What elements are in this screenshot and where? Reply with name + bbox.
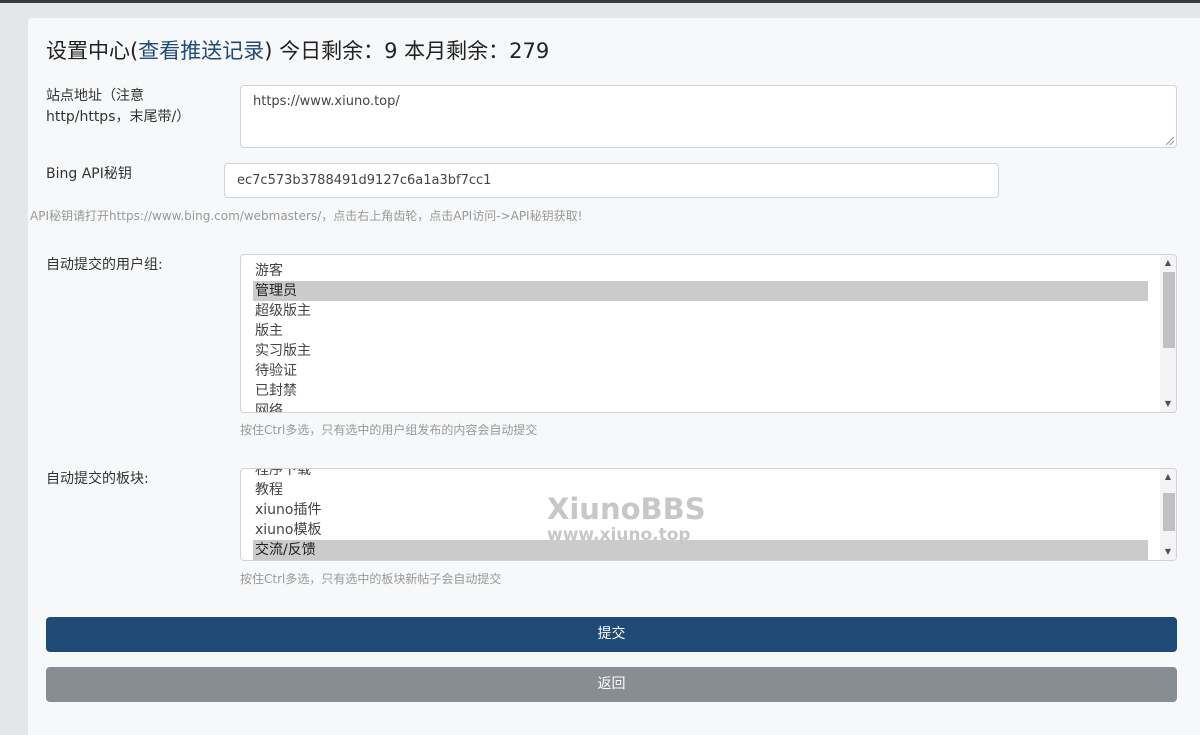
site-url-label: 站点地址（注意http/https，末尾带/） — [46, 88, 191, 125]
select-option[interactable]: 游客 — [253, 261, 1148, 281]
title-suffix: ) 今日剩余：9 本月剩余：279 — [264, 39, 550, 63]
select-option[interactable]: 版主 — [253, 321, 1148, 341]
back-button[interactable]: 返回 — [46, 667, 1177, 702]
forums-scrollbar[interactable]: ▲ ▼ — [1160, 469, 1176, 560]
select-option[interactable]: 程序下载 — [253, 469, 1148, 480]
select-option[interactable]: 已封禁 — [253, 381, 1148, 401]
forums-options: 程序下载 教程 xiuno插件 xiuno模板 交流/反馈 — [253, 469, 1148, 560]
user-groups-scrollbar[interactable]: ▲ ▼ — [1160, 255, 1176, 412]
bing-api-help: API秘钥请打开https://www.bing.com/webmasters/… — [30, 209, 583, 223]
push-history-link[interactable]: 查看推送记录 — [138, 39, 264, 63]
page-title: 设置中心(查看推送记录) 今日剩余：9 本月剩余：279 — [46, 35, 549, 65]
user-groups-help: 按住Ctrl多选，只有选中的用户组发布的内容会自动提交 — [240, 423, 538, 437]
select-option[interactable]: 超级版主 — [253, 301, 1148, 321]
resize-handle-icon[interactable] — [1166, 137, 1174, 145]
user-groups-select[interactable]: 游客 管理员 超级版主 版主 实习版主 待验证 已封禁 网络 ▲ ▼ — [240, 254, 1177, 413]
scroll-down-icon[interactable]: ▼ — [1160, 544, 1176, 560]
scroll-down-icon[interactable]: ▼ — [1160, 396, 1176, 412]
select-option[interactable]: 交流/反馈 — [253, 540, 1148, 560]
scroll-thumb[interactable] — [1163, 272, 1175, 348]
bing-api-label: Bing API秘钥 — [46, 166, 132, 182]
site-url-textarea[interactable]: https://www.xiuno.top/ — [240, 85, 1177, 148]
forums-select[interactable]: 程序下载 教程 xiuno插件 xiuno模板 交流/反馈 ▲ ▼ — [240, 468, 1177, 561]
select-option[interactable]: xiuno插件 — [253, 500, 1148, 520]
top-bar — [0, 0, 1200, 3]
select-option[interactable]: 管理员 — [253, 281, 1148, 301]
select-option[interactable]: xiuno模板 — [253, 520, 1148, 540]
user-groups-label: 自动提交的用户组: — [46, 257, 163, 273]
select-option[interactable]: 实习版主 — [253, 341, 1148, 361]
bing-api-key-value: ec7c573b3788491d9127c6a1a3bf7cc1 — [237, 173, 492, 188]
scroll-up-icon[interactable]: ▲ — [1160, 469, 1176, 485]
submit-button[interactable]: 提交 — [46, 617, 1177, 652]
select-option[interactable]: 教程 — [253, 480, 1148, 500]
user-groups-options: 游客 管理员 超级版主 版主 实习版主 待验证 已封禁 网络 — [253, 261, 1148, 412]
bing-api-key-input[interactable]: ec7c573b3788491d9127c6a1a3bf7cc1 — [224, 163, 999, 198]
select-option[interactable]: 待验证 — [253, 361, 1148, 381]
select-option[interactable]: 网络 — [253, 401, 1148, 412]
scroll-thumb[interactable] — [1163, 493, 1175, 531]
forums-label: 自动提交的板块: — [46, 471, 149, 487]
scroll-up-icon[interactable]: ▲ — [1160, 255, 1176, 271]
site-url-value: https://www.xiuno.top/ — [253, 94, 400, 109]
forums-help: 按住Ctrl多选，只有选中的板块新帖子会自动提交 — [240, 572, 502, 586]
title-prefix: 设置中心( — [46, 39, 139, 63]
